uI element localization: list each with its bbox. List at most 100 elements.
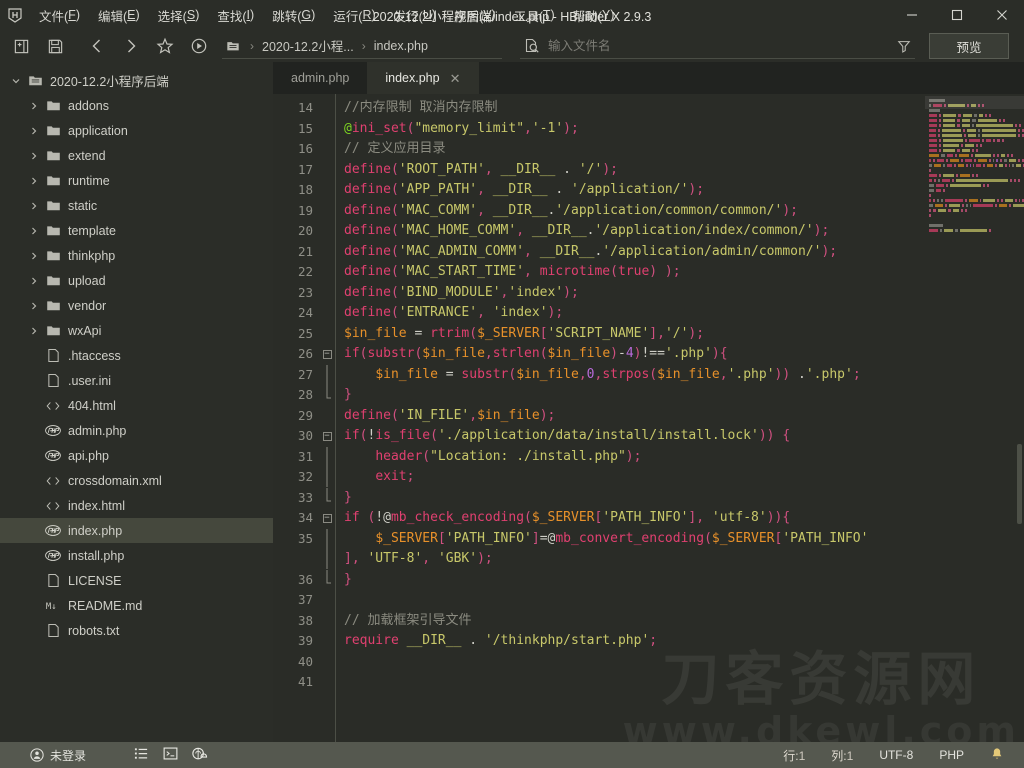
menu-help[interactable]: 帮助(Y)	[564, 0, 624, 30]
favorite-icon[interactable]	[148, 32, 182, 60]
login-status[interactable]: 未登录	[30, 747, 86, 764]
chevron-down-icon[interactable]	[8, 76, 24, 86]
code-fold-gutter[interactable]: − − −	[319, 94, 335, 742]
terminal-icon[interactable]	[163, 746, 178, 764]
tree-item[interactable]: index.html	[0, 493, 273, 518]
tree-item[interactable]: extend	[0, 143, 273, 168]
code-line[interactable]: //内存限制 取消内存限制	[344, 98, 1024, 119]
chevron-right-icon[interactable]	[26, 176, 42, 186]
tree-item[interactable]: wxApi	[0, 318, 273, 343]
tree-item[interactable]: .user.ini	[0, 368, 273, 393]
breadcrumb[interactable]: › 2020-12.2小程... › index.php	[222, 33, 502, 59]
fold-marker[interactable]: −	[319, 508, 335, 529]
tree-item[interactable]: LICENSE	[0, 568, 273, 593]
project-explorer[interactable]: 2020-12.2小程序后端addonsapplicationextendrun…	[0, 62, 273, 742]
code-line[interactable]: $in_file = rtrim($_SERVER['SCRIPT_NAME']…	[344, 324, 1024, 345]
tree-item[interactable]: vendor	[0, 293, 273, 318]
chevron-right-icon[interactable]	[26, 126, 42, 136]
chevron-right-icon[interactable]	[26, 151, 42, 161]
code-line[interactable]: define('MAC_COMM', __DIR__.'/application…	[344, 201, 1024, 222]
code-line[interactable]	[344, 672, 1024, 693]
chevron-right-icon[interactable]	[26, 326, 42, 336]
tree-item[interactable]: application	[0, 118, 273, 143]
tree-item[interactable]: admin.php	[0, 418, 273, 443]
code-line[interactable]: if(!is_file('./application/data/install/…	[344, 426, 1024, 447]
menu-view[interactable]: 视图(V)	[445, 0, 505, 30]
editor-tab[interactable]: index.php✕	[367, 62, 478, 94]
fold-marker[interactable]: −	[319, 344, 335, 365]
chevron-right-icon[interactable]	[26, 201, 42, 211]
tree-item[interactable]: install.php	[0, 543, 273, 568]
code-line[interactable]	[344, 590, 1024, 611]
toggle-sidebar-icon[interactable]	[4, 32, 38, 60]
back-icon[interactable]	[80, 32, 114, 60]
code-line[interactable]: define('BIND_MODULE','index');	[344, 283, 1024, 304]
minimap-scrollbar[interactable]	[1017, 444, 1022, 524]
code-line[interactable]: $_SERVER['PATH_INFO']=@mb_convert_encodi…	[344, 529, 1024, 550]
chevron-right-icon[interactable]	[26, 276, 42, 286]
menu-goto[interactable]: 跳转(G)	[263, 0, 324, 30]
preview-button[interactable]: 预览	[929, 33, 1009, 59]
code-line[interactable]: ], 'UTF-8', 'GBK');	[344, 549, 1024, 570]
cursor-row[interactable]: 行:1	[783, 747, 805, 764]
tree-item[interactable]: static	[0, 193, 273, 218]
code-line[interactable]: if (!@mb_check_encoding($_SERVER['PATH_I…	[344, 508, 1024, 529]
tree-item[interactable]: upload	[0, 268, 273, 293]
tree-item[interactable]: runtime	[0, 168, 273, 193]
code-line[interactable]: define('ROOT_PATH', __DIR__ . '/');	[344, 160, 1024, 181]
code-line[interactable]: }	[344, 570, 1024, 591]
notification-bell-icon[interactable]	[990, 747, 1004, 764]
code-line[interactable]: define('APP_PATH', __DIR__ . '/applicati…	[344, 180, 1024, 201]
chevron-right-icon[interactable]	[26, 251, 42, 261]
menu-select[interactable]: 选择(S)	[149, 0, 209, 30]
code-line[interactable]: if(substr($in_file,strlen($in_file)-4)!=…	[344, 344, 1024, 365]
code-content[interactable]: //内存限制 取消内存限制@ini_set("memory_limit",'-1…	[335, 94, 1024, 742]
close-button[interactable]	[979, 0, 1024, 30]
code-line[interactable]: define('MAC_HOME_COMM', __DIR__.'/applic…	[344, 221, 1024, 242]
file-search-box[interactable]	[520, 33, 915, 59]
code-editor[interactable]: 1415161718192021222324252627282930313233…	[273, 94, 1024, 742]
menu-file[interactable]: 文件(F)	[30, 0, 89, 30]
tree-item[interactable]: 404.html	[0, 393, 273, 418]
code-line[interactable]: define('MAC_ADMIN_COMM', __DIR__.'/appli…	[344, 242, 1024, 263]
tree-item[interactable]: M↓README.md	[0, 593, 273, 618]
cloud-plugin-icon[interactable]	[192, 746, 208, 764]
code-line[interactable]: }	[344, 488, 1024, 509]
editor-tab[interactable]: admin.php	[273, 62, 367, 94]
encoding-indicator[interactable]: UTF-8	[879, 748, 913, 762]
search-input[interactable]	[548, 39, 897, 53]
menu-find[interactable]: 查找(I)	[208, 0, 263, 30]
menu-run[interactable]: 运行(R)	[324, 0, 384, 30]
code-line[interactable]: header("Location: ./install.php");	[344, 447, 1024, 468]
language-indicator[interactable]: PHP	[939, 748, 964, 762]
tree-item[interactable]: addons	[0, 93, 273, 118]
tree-item[interactable]: api.php	[0, 443, 273, 468]
code-line[interactable]: // 加载框架引导文件	[344, 611, 1024, 632]
outline-panel-icon[interactable]	[134, 746, 149, 764]
tree-item[interactable]: index.php	[0, 518, 273, 543]
run-icon[interactable]	[182, 32, 216, 60]
menu-tools[interactable]: 工具(T)	[505, 0, 564, 30]
code-line[interactable]	[344, 652, 1024, 673]
tree-item[interactable]: template	[0, 218, 273, 243]
breadcrumb-file[interactable]: index.php	[372, 39, 430, 53]
minimap-viewport[interactable]	[925, 96, 1024, 109]
chevron-right-icon[interactable]	[26, 226, 42, 236]
chevron-right-icon[interactable]	[26, 301, 42, 311]
code-line[interactable]: require __DIR__ . '/thinkphp/start.php';	[344, 631, 1024, 652]
code-line[interactable]: exit;	[344, 467, 1024, 488]
fold-marker[interactable]: −	[319, 426, 335, 447]
breadcrumb-project[interactable]: 2020-12.2小程...	[260, 36, 356, 55]
tree-item[interactable]: .htaccess	[0, 343, 273, 368]
code-line[interactable]: define('MAC_START_TIME', microtime(true)…	[344, 262, 1024, 283]
code-line[interactable]: }	[344, 385, 1024, 406]
code-line[interactable]: // 定义应用目录	[344, 139, 1024, 160]
code-line[interactable]: $in_file = substr($in_file,0,strpos($in_…	[344, 365, 1024, 386]
tree-item[interactable]: thinkphp	[0, 243, 273, 268]
minimize-button[interactable]	[889, 0, 934, 30]
code-line[interactable]: define('IN_FILE',$in_file);	[344, 406, 1024, 427]
maximize-button[interactable]	[934, 0, 979, 30]
menu-publish[interactable]: 发行(U)	[385, 0, 445, 30]
code-line[interactable]: define('ENTRANCE', 'index');	[344, 303, 1024, 324]
tree-item[interactable]: crossdomain.xml	[0, 468, 273, 493]
